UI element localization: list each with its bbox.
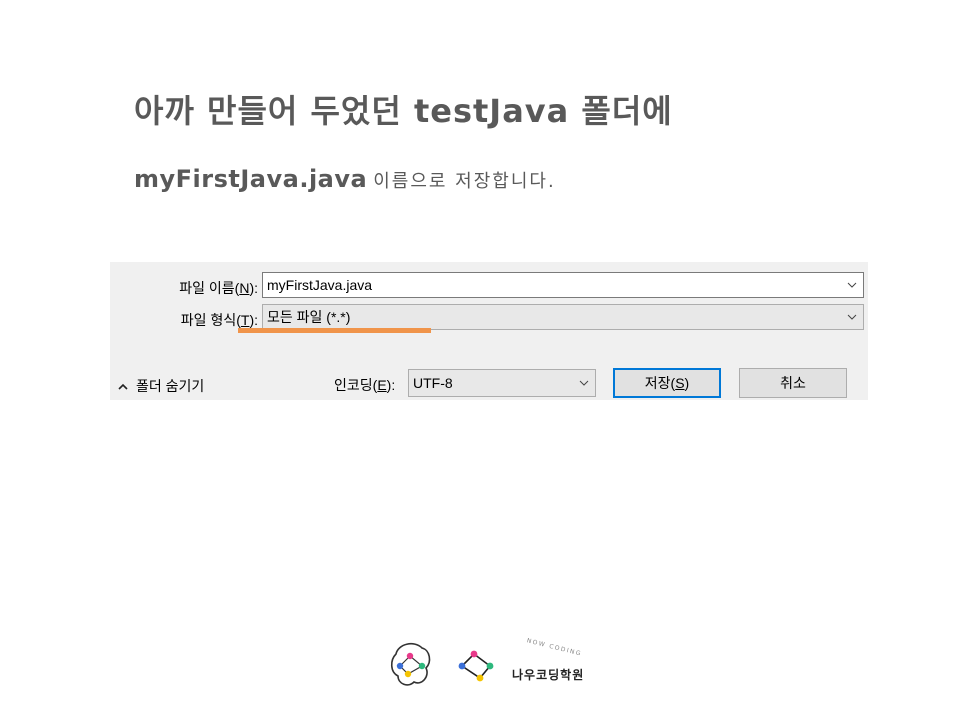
encoding-select[interactable]: UTF-8 — [408, 369, 596, 397]
brand-logo: NOW CODING 나우코딩학원 — [386, 636, 606, 692]
filetype-label-pre: 파일 형식( — [180, 312, 241, 328]
chevron-down-icon[interactable] — [841, 273, 863, 297]
highlight-underline — [238, 328, 431, 333]
filetype-label-post: ): — [249, 312, 258, 328]
hide-folders-toggle[interactable]: 폴더 숨기기 — [118, 376, 204, 396]
save-dialog: 파일 이름(N): myFirstJava.java 파일 형식(T): 모든 … — [110, 262, 868, 400]
save-label-key: S — [675, 375, 685, 391]
cancel-button[interactable]: 취소 — [739, 368, 847, 398]
chevron-down-icon[interactable] — [573, 370, 595, 396]
encoding-label-key: E — [377, 377, 387, 393]
filetype-select[interactable]: 모든 파일 (*.*) — [262, 304, 864, 330]
filename-label-post: ): — [249, 280, 258, 296]
slide-subheading: myFirstJava.java 이름으로 저장합니다. — [134, 165, 556, 193]
encoding-label-pre: 인코딩( — [334, 377, 378, 393]
filename-input[interactable]: myFirstJava.java — [262, 272, 864, 298]
filetype-label: 파일 형식(T): — [181, 310, 258, 330]
logo-mark-icon — [390, 642, 494, 686]
brand-name: 나우코딩학원 — [512, 668, 585, 682]
chevron-up-icon — [118, 383, 128, 390]
encoding-value: UTF-8 — [413, 375, 453, 391]
filename-label: 파일 이름(N): — [179, 278, 258, 298]
filename-label-key: N — [239, 280, 250, 296]
filetype-value: 모든 파일 (*.*) — [267, 309, 351, 325]
slide: 아까 만들어 두었던 testJava 폴더에 myFirstJava.java… — [0, 0, 960, 720]
filename-label-pre: 파일 이름( — [179, 280, 240, 296]
save-label-pre: 저장( — [644, 375, 676, 391]
subheading-filename: myFirstJava.java — [134, 165, 368, 193]
chevron-down-icon[interactable] — [841, 305, 863, 329]
save-button[interactable]: 저장(S) — [613, 368, 721, 398]
slide-heading: 아까 만들어 두었던 testJava 폴더에 — [134, 92, 673, 130]
filename-value: myFirstJava.java — [267, 277, 373, 293]
subheading-rest: 이름으로 저장합니다. — [373, 171, 556, 192]
encoding-label: 인코딩(E): — [334, 375, 395, 395]
hide-folders-label: 폴더 숨기기 — [136, 378, 205, 394]
encoding-label-post: ): — [386, 377, 396, 393]
save-label-post: ) — [684, 375, 690, 391]
brand-subtitle: NOW CODING — [525, 637, 583, 658]
